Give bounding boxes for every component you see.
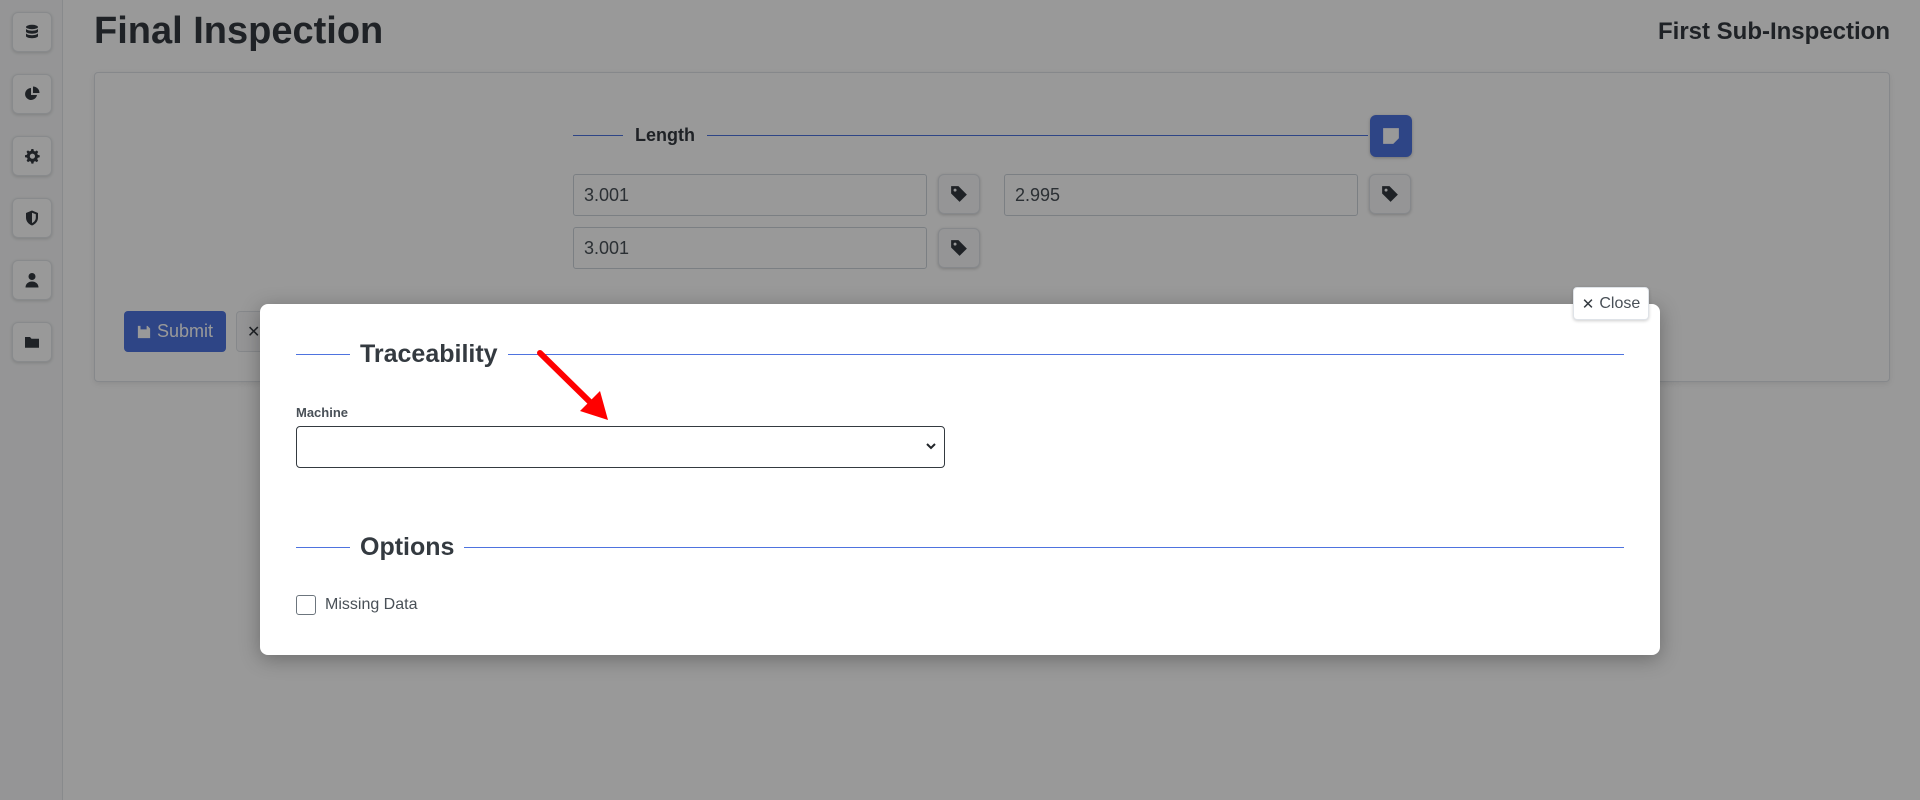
legend-line: [464, 546, 1624, 548]
options-legend-label: Options: [360, 532, 455, 561]
missing-data-label[interactable]: Missing Data: [325, 596, 417, 614]
traceability-legend: Traceability: [296, 338, 1624, 370]
machine-label: Machine: [296, 405, 349, 420]
close-label: Close: [1599, 294, 1641, 312]
legend-line: [296, 546, 350, 548]
machine-select[interactable]: [296, 426, 945, 468]
annotation-arrow: [537, 350, 608, 420]
chevron-down-icon: [926, 443, 936, 450]
options-legend: Options: [296, 531, 1624, 563]
traceability-legend-label: Traceability: [360, 339, 498, 368]
legend-line: [507, 353, 1624, 355]
close-icon: ✕: [1581, 295, 1595, 313]
legend-line: [296, 353, 350, 355]
close-button[interactable]: ✕ Close: [1573, 287, 1649, 320]
missing-data-checkbox[interactable]: [296, 595, 316, 615]
app-root: Final Inspection First Sub-Inspection Le…: [0, 0, 1920, 800]
